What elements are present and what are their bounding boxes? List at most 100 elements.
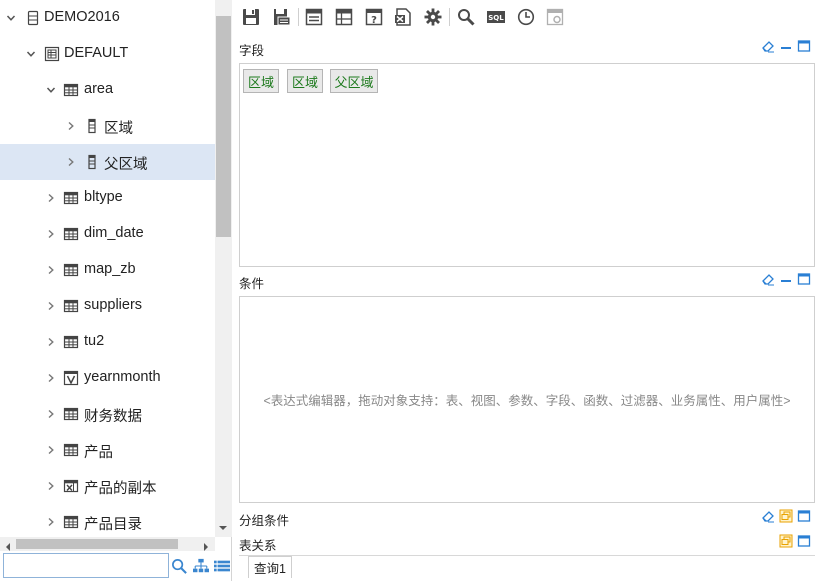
query-design-panel: ? SQL 字段 区域 区域 父区域 条件 <表达式编辑器，拖动对象支持：表、视… [233, 0, 821, 581]
chevron-right-icon[interactable] [46, 481, 56, 491]
table-icon [63, 406, 79, 422]
maximize-icon[interactable] [797, 272, 811, 286]
grid-layout-icon [335, 8, 353, 26]
eraser-icon[interactable] [761, 39, 775, 53]
list-view-icon[interactable] [213, 557, 231, 575]
field-chip[interactable]: 区域 [243, 69, 279, 93]
scroll-right-arrow-icon[interactable] [201, 539, 211, 551]
tree-node-tu2[interactable]: tu2 [0, 324, 215, 360]
tree-vertical-scrollbar[interactable] [215, 0, 232, 537]
tree-node-label: DEFAULT [64, 45, 129, 61]
svg-text:?: ? [371, 15, 377, 26]
object-tree[interactable]: DEMO2016 DEFAULT area 区域父区域 bltype dim_date ma… [0, 0, 215, 537]
fields-drop-area[interactable]: 区域 区域 父区域 [239, 63, 815, 267]
tree-node-label: 产品目录 [84, 517, 142, 533]
minimize-icon[interactable] [779, 39, 793, 53]
settings-button[interactable] [422, 6, 444, 28]
tree-horizontal-scrollbar[interactable] [0, 537, 215, 551]
chevron-down-icon[interactable] [26, 49, 36, 59]
excel-icon [395, 8, 411, 26]
table-icon [63, 82, 79, 98]
chevron-right-icon[interactable] [46, 193, 56, 203]
table-icon [63, 298, 79, 314]
chevron-right-icon[interactable] [46, 301, 56, 311]
chevron-down-icon[interactable] [46, 85, 56, 95]
tree-node-demo2016[interactable]: DEMO2016 [0, 0, 215, 36]
chevron-right-icon[interactable] [46, 229, 56, 239]
scroll-down-arrow-icon[interactable] [218, 520, 228, 530]
field-chip[interactable]: 区域 [287, 69, 323, 93]
schedule-button[interactable] [515, 6, 537, 28]
tree-search-input[interactable] [3, 553, 169, 578]
table-layout-button[interactable] [303, 6, 325, 28]
parameter-button[interactable]: ? [363, 6, 385, 28]
tree-view-icon[interactable] [192, 557, 210, 575]
sql-button[interactable]: SQL [485, 6, 507, 28]
chevron-right-icon[interactable] [46, 373, 56, 383]
maximize-icon[interactable] [797, 509, 811, 523]
tree-node-product-copy[interactable]: 产品的副本 [0, 468, 215, 504]
save-as-button[interactable] [271, 6, 293, 28]
minimize-icon[interactable] [779, 272, 793, 286]
tree-node-default[interactable]: DEFAULT [0, 36, 215, 72]
tree-node-area-region[interactable]: 区域 [0, 108, 215, 144]
expression-editor-hint: <表达式编辑器，拖动对象支持：表、视图、参数、字段、函数、过滤器、业务属性、用户… [263, 394, 791, 408]
schema-icon [44, 46, 60, 62]
group-section-title: 分组条件 [239, 514, 290, 528]
group-section-tools [761, 509, 811, 523]
chevron-right-icon[interactable] [46, 265, 56, 275]
tree-node-finance-data[interactable]: 财务数据 [0, 396, 215, 432]
tree-node-area-parent-region[interactable]: 父区域 [0, 144, 215, 180]
conditions-section-tools [761, 272, 811, 286]
sql-icon: SQL [487, 11, 505, 23]
tree-node-yearnmonth[interactable]: yearnmonth [0, 360, 215, 396]
tree-node-area[interactable]: area [0, 72, 215, 108]
search-button[interactable] [455, 6, 477, 28]
eraser-icon[interactable] [761, 509, 775, 523]
tab-query1[interactable]: 查询1 [248, 556, 292, 578]
search-icon[interactable] [170, 557, 188, 575]
horizontal-scroll-thumb[interactable] [16, 539, 178, 549]
restore-icon[interactable] [779, 534, 793, 548]
vertical-scroll-thumb[interactable] [216, 16, 231, 237]
chevron-right-icon[interactable] [46, 445, 56, 455]
save-button[interactable] [240, 6, 262, 28]
tree-node-label: 区域 [104, 121, 133, 137]
eraser-icon[interactable] [761, 272, 775, 286]
conditions-section-title: 条件 [239, 277, 265, 291]
chevron-down-icon[interactable] [6, 13, 16, 23]
chevron-right-icon[interactable] [46, 337, 56, 347]
maximize-icon[interactable] [797, 534, 811, 548]
field-icon [84, 118, 100, 134]
save-icon [243, 9, 259, 25]
properties-button[interactable] [544, 6, 566, 28]
tree-node-map-zb[interactable]: map_zb [0, 252, 215, 288]
chevron-right-icon[interactable] [66, 121, 76, 131]
tree-node-dim-date[interactable]: dim_date [0, 216, 215, 252]
grid-layout-button[interactable] [333, 6, 355, 28]
tree-node-product-catalog[interactable]: 产品目录 [0, 504, 215, 537]
tree-node-label: bltype [84, 189, 123, 205]
tree-node-label: DEMO2016 [44, 9, 120, 25]
maximize-icon[interactable] [797, 39, 811, 53]
save-as-icon [274, 9, 291, 26]
tree-node-bltype[interactable]: bltype [0, 180, 215, 216]
chevron-right-icon[interactable] [46, 517, 56, 527]
table-layout-icon [305, 8, 323, 26]
tree-search-bar [0, 551, 232, 581]
chevron-right-icon[interactable] [46, 409, 56, 419]
toolbar: ? SQL [233, 0, 821, 34]
tree-node-product[interactable]: 产品 [0, 432, 215, 468]
export-excel-button[interactable] [392, 6, 414, 28]
clock-icon [517, 8, 535, 26]
table-icon [63, 442, 79, 458]
tree-node-label: tu2 [84, 333, 105, 349]
tree-node-suppliers[interactable]: suppliers [0, 288, 215, 324]
scroll-left-arrow-icon[interactable] [3, 539, 13, 551]
restore-icon[interactable] [779, 509, 793, 523]
properties-icon [546, 8, 564, 26]
chevron-right-icon[interactable] [66, 157, 76, 167]
field-chip[interactable]: 父区域 [330, 69, 378, 93]
conditions-expression-editor[interactable]: <表达式编辑器，拖动对象支持：表、视图、参数、字段、函数、过滤器、业务属性、用户… [239, 296, 815, 503]
relations-section-tools [779, 534, 811, 548]
